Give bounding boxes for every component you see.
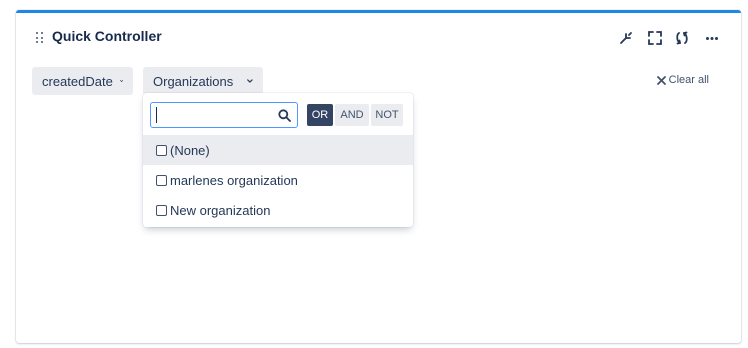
clear-all-label: Clear all [668,74,709,86]
organizations-dropdown: OR AND NOT (None) marlenes organization … [143,93,413,227]
chevron-down-icon [119,80,123,83]
minimize-icon[interactable] [618,30,634,46]
filter-label: createdDate [42,73,113,89]
option-marlenes-organization[interactable]: marlenes organization [143,165,413,195]
option-new-organization[interactable]: New organization [143,195,413,225]
search-icon[interactable] [278,109,291,122]
clear-all-button[interactable]: Clear all [656,74,709,86]
drag-handle-icon[interactable] [36,32,44,44]
filter-organizations[interactable]: Organizations [143,67,263,95]
panel-header: Quick Controller [16,13,741,63]
option-label: (None) [170,142,210,158]
checkbox[interactable] [156,204,167,216]
search-input[interactable] [154,105,274,125]
option-label: New organization [170,202,271,218]
not-button[interactable]: NOT [371,104,403,126]
option-none[interactable]: (None) [143,135,413,165]
fullscreen-icon[interactable] [647,30,663,46]
search-field[interactable] [150,102,298,128]
refresh-icon[interactable] [674,30,690,46]
or-button[interactable]: OR [307,104,333,126]
more-icon[interactable] [704,30,720,46]
close-icon [656,75,666,85]
filter-created-date[interactable]: createdDate [32,67,133,95]
operator-toggle: OR AND NOT [307,104,405,126]
panel-title: Quick Controller [52,28,162,44]
chevron-down-icon [247,79,253,83]
checkbox[interactable] [156,144,167,156]
checkbox[interactable] [156,174,167,186]
filter-label: Organizations [153,73,234,89]
and-button[interactable]: AND [335,104,369,126]
option-label: marlenes organization [170,172,298,188]
